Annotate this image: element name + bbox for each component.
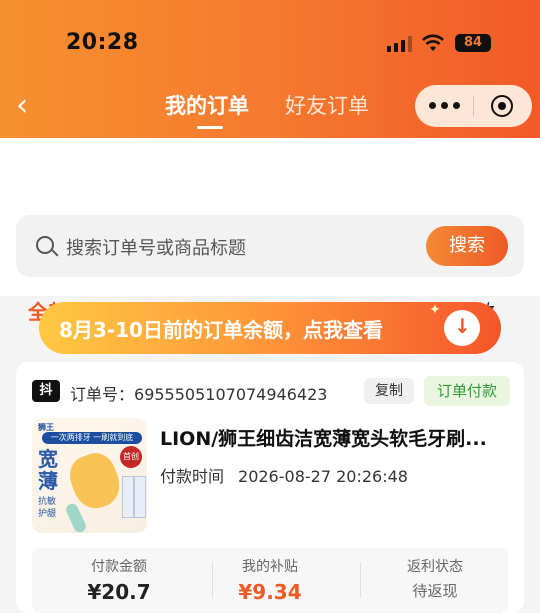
- paid-amount: 付款金额 ¥20.7: [44, 556, 194, 604]
- paid-amount-value: ¥20.7: [87, 580, 151, 604]
- subsidy: 我的补贴 ¥9.34: [195, 556, 345, 604]
- balance-banner[interactable]: 8月3-10日前的订单余额，点我查看 ✦: [39, 302, 501, 354]
- tab-friend-orders[interactable]: 好友订单: [285, 90, 369, 120]
- arrow-down-icon[interactable]: [444, 310, 480, 346]
- pay-time-label: 付款时间: [160, 467, 225, 486]
- active-tab-indicator: [197, 126, 223, 129]
- order-number-value: 6955505107074946423: [134, 385, 328, 404]
- product-title[interactable]: LION/狮王细齿洁宽薄宽头软毛牙刷...: [160, 424, 500, 451]
- status-time: 20:28: [66, 30, 139, 55]
- rebate-status-label: 返利状态: [407, 559, 463, 575]
- mini-program-capsule: [415, 85, 532, 127]
- pay-time-value: 2026-08-27 20:26:48: [238, 467, 408, 486]
- product-image[interactable]: 狮王 一次两排牙 一刷就到底 宽薄 抗敏 护龈 首创: [32, 418, 147, 533]
- status-bar: 20:28 84: [0, 0, 540, 80]
- search-bar: 搜索订单号或商品标题 搜索: [16, 215, 524, 277]
- order-number-label: 订单号：: [70, 385, 135, 404]
- toothbrush-handle: [64, 501, 88, 533]
- tab-my-orders[interactable]: 我的订单: [165, 90, 249, 120]
- back-icon[interactable]: ‹: [16, 91, 36, 121]
- pay-time: 付款时间 2026-08-27 20:26:48: [160, 463, 408, 487]
- order-summary: 付款金额 ¥20.7 我的补贴 ¥9.34 返利状态 待返现: [32, 548, 508, 613]
- subsidy-label: 我的补贴: [242, 559, 298, 575]
- status-badge: 订单付款: [424, 376, 510, 406]
- subsidy-value: ¥9.34: [238, 580, 302, 604]
- order-number: 订单号：6955505107074946423: [70, 381, 327, 405]
- product-slogan: 一次两排牙 一刷就到底: [42, 432, 142, 444]
- signal-icon: [387, 36, 413, 52]
- platform-badge: 抖: [32, 380, 60, 402]
- search-icon: [36, 236, 54, 254]
- product-tag: 首创: [120, 446, 142, 468]
- capsule-divider: [473, 96, 474, 116]
- sparkle-icon: ✦: [429, 302, 441, 318]
- header: 20:28 84 ‹ 我的订单 好友订单: [0, 0, 540, 138]
- package-box: [134, 476, 146, 518]
- battery-indicator: 84: [455, 34, 491, 52]
- rebate-status: 返利状态 待返现: [360, 556, 510, 601]
- close-mini-program-icon[interactable]: [491, 95, 513, 117]
- more-icon[interactable]: [429, 102, 461, 110]
- banner-text: 8月3-10日前的订单余额，点我查看: [59, 318, 383, 342]
- product-feature: 宽薄: [38, 447, 58, 493]
- package-box: [122, 476, 134, 518]
- copy-button[interactable]: 复制: [364, 378, 414, 404]
- search-button[interactable]: 搜索: [426, 226, 508, 266]
- wifi-icon: [422, 34, 444, 51]
- order-card: 抖 订单号：6955505107074946423 复制 订单付款 狮王 一次两…: [16, 362, 524, 613]
- product-benefits: 抗敏 护龈: [38, 497, 57, 519]
- search-input[interactable]: 搜索订单号或商品标题: [66, 234, 246, 260]
- paid-amount-label: 付款金额: [91, 559, 147, 575]
- rebate-status-value: 待返现: [412, 582, 458, 600]
